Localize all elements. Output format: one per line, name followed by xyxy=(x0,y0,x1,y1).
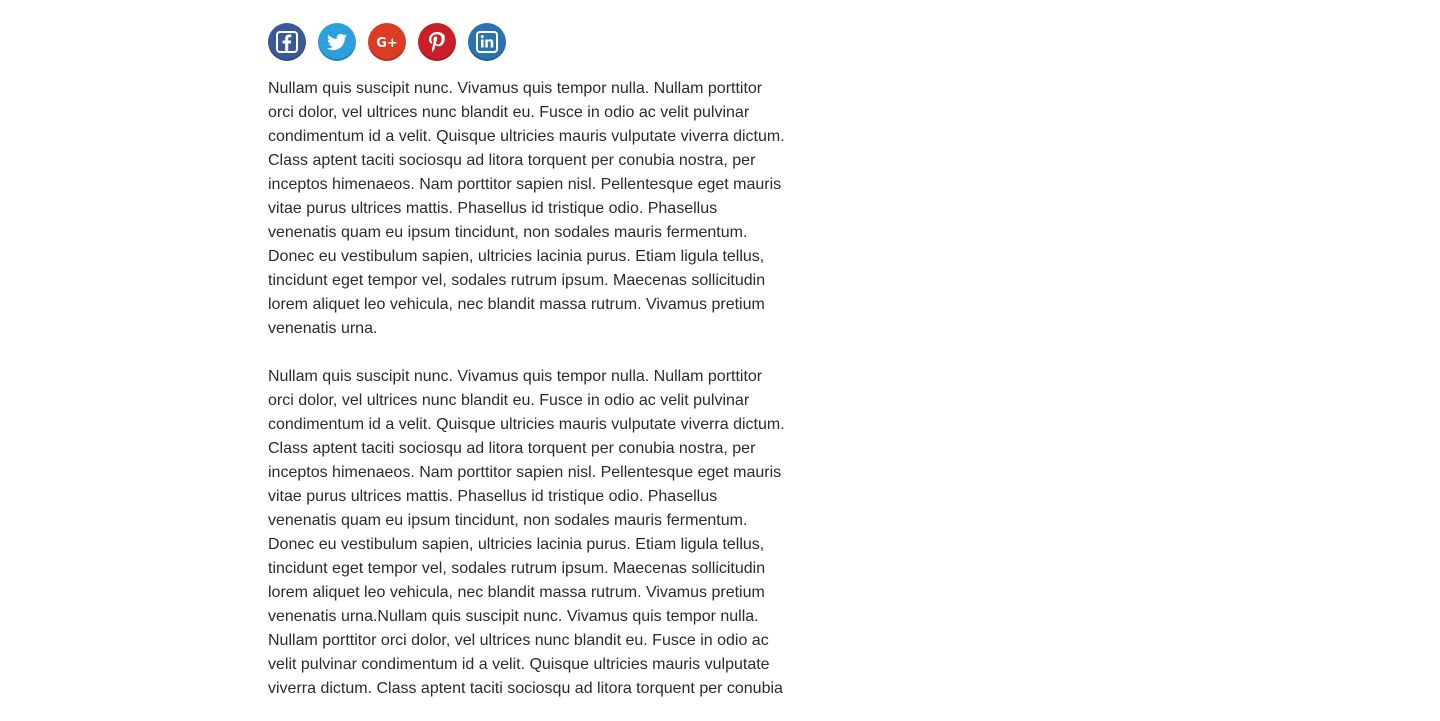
linkedin-share-button[interactable] xyxy=(468,23,506,61)
article-paragraph: Nullam quis suscipit nunc. Vivamus quis … xyxy=(268,368,785,697)
google-plus-icon: G+ xyxy=(376,36,398,51)
facebook-share-button[interactable] xyxy=(268,23,306,61)
google-plus-share-button[interactable]: G+ xyxy=(368,23,406,61)
google-plus-label: G+ xyxy=(376,36,398,51)
pinterest-icon xyxy=(429,32,445,52)
linkedin-icon xyxy=(476,31,498,53)
page: G+ Nullam quis suscipit nunc. Vivamus qu… xyxy=(0,0,1440,721)
article-paragraph: Nullam quis suscipit nunc. Vivamus quis … xyxy=(268,80,785,337)
twitter-share-button[interactable] xyxy=(318,23,356,61)
social-share-bar: G+ xyxy=(268,23,506,61)
article-body: Nullam quis suscipit nunc. Vivamus quis … xyxy=(268,77,790,721)
twitter-icon xyxy=(326,33,347,51)
facebook-icon xyxy=(276,31,298,53)
pinterest-share-button[interactable] xyxy=(418,23,456,61)
